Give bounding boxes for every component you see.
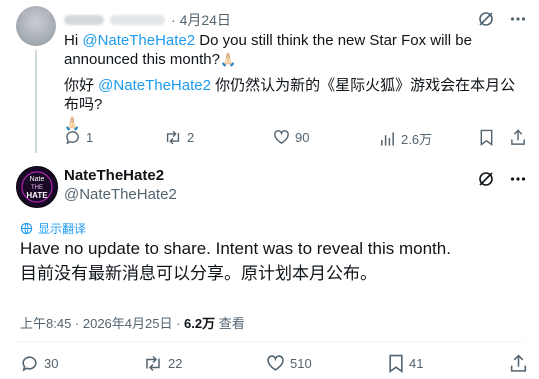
post-view-count: 6.2万 <box>184 316 216 331</box>
more-options-icon[interactable] <box>509 170 527 188</box>
bookmark-count: 41 <box>409 356 424 371</box>
reply-icon <box>20 354 39 373</box>
views-button[interactable]: 2.6万 <box>379 129 432 148</box>
show-translation-link[interactable]: 显示翻译 <box>20 220 86 237</box>
views-chart-icon <box>379 131 396 147</box>
parent-translation-text: 你好 @NateTheHate2 你仍然认为新的《星际火狐》游戏会在本月公布吗?… <box>64 76 524 133</box>
reply-icon <box>64 129 81 146</box>
reply-button[interactable]: 1 <box>64 129 93 146</box>
share-icon <box>510 129 526 146</box>
grok-icon[interactable] <box>477 170 495 188</box>
globe-icon <box>20 222 33 235</box>
thread-line <box>35 50 37 153</box>
pray-emoji: 🙏🏻 <box>219 52 237 67</box>
cn-mention-link[interactable]: @NateTheHate2 <box>98 77 211 94</box>
repost-icon <box>143 354 163 373</box>
grok-icon[interactable] <box>477 10 495 28</box>
dot-separator: · <box>171 12 180 28</box>
like-count: 510 <box>290 355 312 371</box>
heart-icon <box>266 354 285 372</box>
like-button[interactable]: 90 <box>273 129 309 145</box>
bookmark-icon <box>479 129 494 146</box>
mention-link[interactable]: @NateTheHate2 <box>82 32 195 49</box>
parent-header-icons <box>477 10 527 28</box>
cn-prefix: 你好 <box>64 77 99 94</box>
parent-avatar[interactable] <box>16 6 56 46</box>
main-header-icons <box>477 170 527 188</box>
parent-reply-text: Hi @NateTheHate2 Do you still think the … <box>64 31 524 69</box>
reply-count: 1 <box>86 130 94 145</box>
repost-button[interactable]: 22 <box>143 354 182 373</box>
repost-count: 22 <box>168 356 183 371</box>
avatar-text-line3: HATE <box>26 191 48 200</box>
heart-icon <box>273 129 290 145</box>
bookmark-icon <box>388 354 404 373</box>
parent-actions: 1 2 90 2.6万 <box>64 129 526 149</box>
divider <box>16 341 523 342</box>
bookmark-button[interactable]: 41 <box>388 354 423 373</box>
translate-label: 显示翻译 <box>38 222 87 236</box>
avatar-text-line1: Nate <box>30 176 45 183</box>
parent-date[interactable]: 4月24日 <box>180 10 231 30</box>
parent-header: · 4月24日 <box>64 10 231 30</box>
post-text-chinese: 目前没有最新消息可以分享。原计划本月公布。 <box>20 264 377 283</box>
reply-count: 30 <box>44 356 59 371</box>
repost-button[interactable]: 2 <box>164 129 194 146</box>
parent-handle-blurred[interactable] <box>110 15 165 25</box>
view-count: 2.6万 <box>401 132 433 147</box>
reply-button[interactable]: 30 <box>20 354 58 373</box>
repost-count: 2 <box>187 130 195 145</box>
author-handle[interactable]: @NateTheHate2 <box>64 186 177 203</box>
main-actions: 30 22 510 41 <box>20 354 527 376</box>
parent-name-blurred[interactable] <box>64 15 104 25</box>
like-button[interactable]: 510 <box>266 354 312 372</box>
post-metadata: 上午8:45 · 2026年4月25日 · 6.2万 查看 <box>20 313 245 332</box>
like-count: 90 <box>295 129 310 145</box>
main-avatar[interactable]: Nate THE HATE <box>16 166 58 208</box>
share-button[interactable] <box>510 129 526 146</box>
parent-post[interactable]: · 4月24日 Hi @NateTheHate2 Do you still th… <box>0 0 539 153</box>
bookmark-button[interactable] <box>479 129 494 146</box>
more-options-icon[interactable] <box>509 10 527 28</box>
share-button[interactable] <box>510 354 527 373</box>
views-label: 查看 <box>215 316 245 331</box>
author-display-name[interactable]: NateTheHate2 <box>64 167 164 184</box>
share-icon <box>510 354 527 373</box>
repost-icon <box>164 129 182 146</box>
reply-prefix: Hi <box>64 32 83 49</box>
post-timestamp[interactable]: 上午8:45 · 2026年4月25日 · <box>20 316 184 331</box>
post-text-english: Have no update to share. Intent was to r… <box>20 239 451 258</box>
